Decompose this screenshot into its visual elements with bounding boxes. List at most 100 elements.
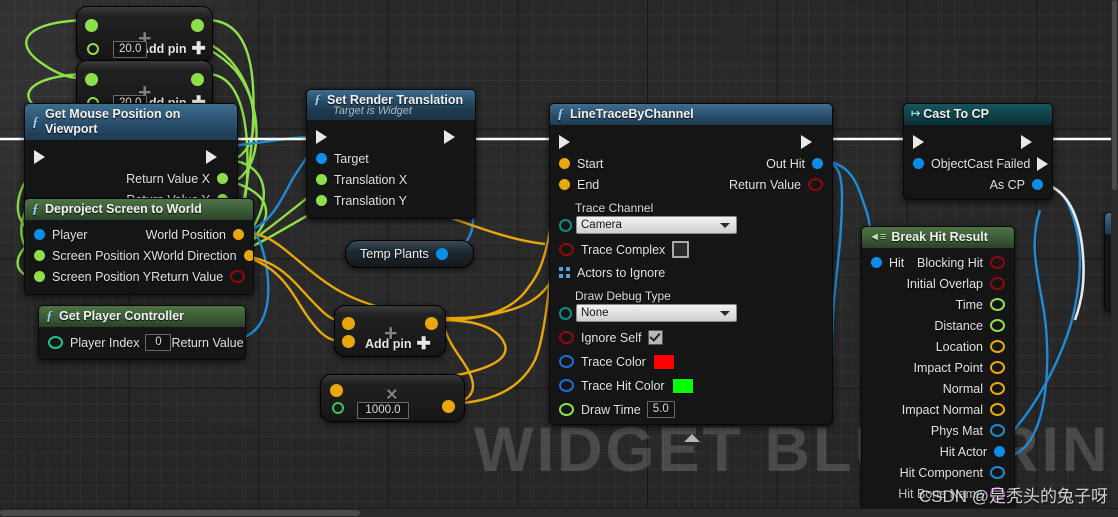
input-pin-player-index[interactable] [48, 336, 63, 349]
pin-row[interactable]: Screen Position Y Return Value [25, 266, 253, 287]
exec-output-pin[interactable] [444, 130, 466, 144]
math-output-pin[interactable] [191, 73, 204, 86]
ignore-self-checkbox[interactable] [648, 330, 664, 345]
node-set-render-translation[interactable]: ƒ Set Render Translation Target is Widge… [306, 89, 476, 219]
output-pin-blocking-hit[interactable] [990, 256, 1005, 269]
pin-row[interactable]: Hit Blocking Hit [862, 252, 1014, 273]
pin-row[interactable]: Screen Position X World Direction [25, 245, 253, 266]
pin-row[interactable]: Hit Component [862, 462, 1014, 483]
add-pin-button-c[interactable]: Add pin ✚ [365, 335, 431, 352]
math-add-node-a[interactable]: + Add pin ✚ 20.0 [76, 6, 213, 62]
pin-row[interactable]: Initial Overlap [862, 273, 1014, 294]
output-pin-hit-component[interactable] [990, 466, 1005, 479]
math-input-pin-2[interactable] [342, 335, 355, 348]
pin-row[interactable]: As CP [904, 174, 1052, 195]
draw-time-field[interactable]: 5.0 [646, 401, 675, 418]
output-pin[interactable] [217, 173, 228, 184]
pin-row[interactable]: Ignore Self [550, 327, 832, 348]
trace-complex-checkbox[interactable] [672, 241, 690, 258]
exec-input-pin[interactable] [913, 135, 935, 149]
pin-row[interactable]: Translation X [307, 169, 475, 190]
math-value-field-a[interactable]: 20.0 [113, 41, 148, 58]
exec-output-pin[interactable] [206, 150, 228, 164]
pin-row[interactable]: Start Out Hit [550, 153, 832, 174]
input-pin-translation-y[interactable] [316, 195, 327, 206]
node-cast-to-cp[interactable]: ↦ Cast To CP Object Cast Failed As CP [903, 103, 1053, 200]
node-deproject-screen-to-world[interactable]: ƒ Deproject Screen to World Player World… [24, 198, 254, 295]
input-pin-hit[interactable] [871, 257, 882, 268]
input-pin-start[interactable] [559, 158, 570, 169]
pin-row[interactable]: Object Cast Failed [904, 153, 1052, 174]
input-pin-translation-x[interactable] [316, 174, 327, 185]
node-get-player-controller[interactable]: ƒ Get Player Controller Player Index 0 R… [38, 305, 246, 360]
draw-debug-type-dropdown[interactable]: None [576, 304, 737, 322]
node-line-trace-by-channel[interactable]: ƒ LineTraceByChannel Start Out Hit End R… [549, 103, 833, 425]
math-add-node-c[interactable]: + Add pin ✚ [334, 305, 446, 357]
output-pin-location[interactable] [990, 340, 1005, 353]
trace-color-swatch[interactable] [652, 353, 675, 370]
pin-row[interactable]: Time [862, 294, 1014, 315]
player-index-field[interactable]: 0 [145, 334, 172, 351]
exec-output-pin-cast-failed[interactable] [1037, 156, 1052, 171]
output-pin-return-value[interactable] [808, 178, 823, 191]
math-multiply-node[interactable]: × 1000.0 [320, 374, 465, 422]
pin-row[interactable]: Trace Color [550, 351, 832, 372]
output-pin-distance[interactable] [990, 319, 1005, 332]
math-input-pin-1[interactable] [85, 73, 98, 86]
input-pin-ignore-self[interactable] [559, 331, 574, 344]
pin-row[interactable]: Player Index 0 Return Value [39, 332, 245, 353]
vertical-scrollbar[interactable] [1111, 0, 1118, 509]
exec-output-pin[interactable] [801, 135, 823, 149]
output-pin-phys-mat[interactable] [990, 424, 1005, 437]
pin-row[interactable]: Trace Hit Color [550, 375, 832, 396]
output-pin-out-hit[interactable] [812, 158, 823, 169]
pin-row[interactable]: Phys Mat [862, 420, 1014, 441]
horizontal-scrollbar[interactable] [0, 508, 1118, 517]
output-pin-world-direction[interactable] [243, 250, 253, 261]
exec-input-pin[interactable] [559, 135, 581, 149]
output-pin-impact-normal[interactable] [990, 403, 1005, 416]
pin-row[interactable]: End Return Value [550, 174, 832, 195]
pin-row[interactable]: Hit Actor [862, 441, 1014, 462]
pin-row[interactable]: Location [862, 336, 1014, 357]
input-pin-end[interactable] [559, 179, 570, 190]
pin-row[interactable]: Hit Bone Name [862, 483, 1014, 504]
output-pin[interactable] [435, 248, 448, 260]
pin-row[interactable]: Translation Y [307, 190, 475, 211]
pin-row[interactable]: Normal [862, 378, 1014, 399]
math-input-pin-1[interactable] [342, 317, 355, 330]
pin-row[interactable]: Draw Time 5.0 [550, 399, 832, 420]
math-input-pin-1[interactable] [330, 384, 343, 397]
exec-output-pin[interactable] [1021, 135, 1043, 149]
input-pin-screen-x[interactable] [34, 250, 45, 261]
math-input-pin-2[interactable] [332, 402, 344, 414]
math-input-pin-2[interactable] [87, 43, 99, 55]
input-pin-trace-complex[interactable] [559, 243, 574, 256]
horizontal-scrollbar-thumb[interactable] [0, 510, 360, 516]
input-pin-actors-to-ignore[interactable] [559, 267, 570, 278]
output-pin-as-cp[interactable] [1032, 179, 1043, 190]
trace-channel-dropdown[interactable]: Camera [576, 216, 737, 234]
output-pin-initial-overlap[interactable] [990, 277, 1005, 290]
exec-input-pin[interactable] [316, 130, 338, 144]
input-pin-draw-debug-type[interactable] [559, 307, 572, 320]
input-pin-trace-color[interactable] [559, 355, 574, 368]
trace-hit-color-swatch[interactable] [671, 377, 694, 394]
multiply-value-field[interactable]: 1000.0 [357, 402, 409, 419]
input-pin-player[interactable] [34, 229, 45, 240]
exec-row[interactable] [307, 126, 475, 148]
input-pin-draw-time[interactable] [559, 403, 574, 416]
input-pin-trace-channel[interactable] [559, 219, 572, 232]
exec-row[interactable] [904, 131, 1052, 153]
math-output-pin[interactable] [442, 400, 455, 413]
pin-row[interactable]: Trace Complex [550, 239, 832, 260]
input-pin-trace-hit-color[interactable] [559, 379, 574, 392]
input-pin-object[interactable] [913, 158, 924, 169]
pin-row[interactable]: Target [307, 148, 475, 169]
vertical-scrollbar-thumb[interactable] [1112, 0, 1117, 190]
pin-row[interactable]: Player World Position [25, 224, 253, 245]
pin-row[interactable]: Distance [862, 315, 1014, 336]
blueprint-graph-canvas[interactable]: WIDGET BLUEPRINT + Add pin ✚ 20.0 + ƒ Ge… [0, 0, 1118, 517]
output-pin-time[interactable] [990, 298, 1005, 311]
node-variable-get-temp-plants[interactable]: Temp Plants [345, 240, 474, 268]
